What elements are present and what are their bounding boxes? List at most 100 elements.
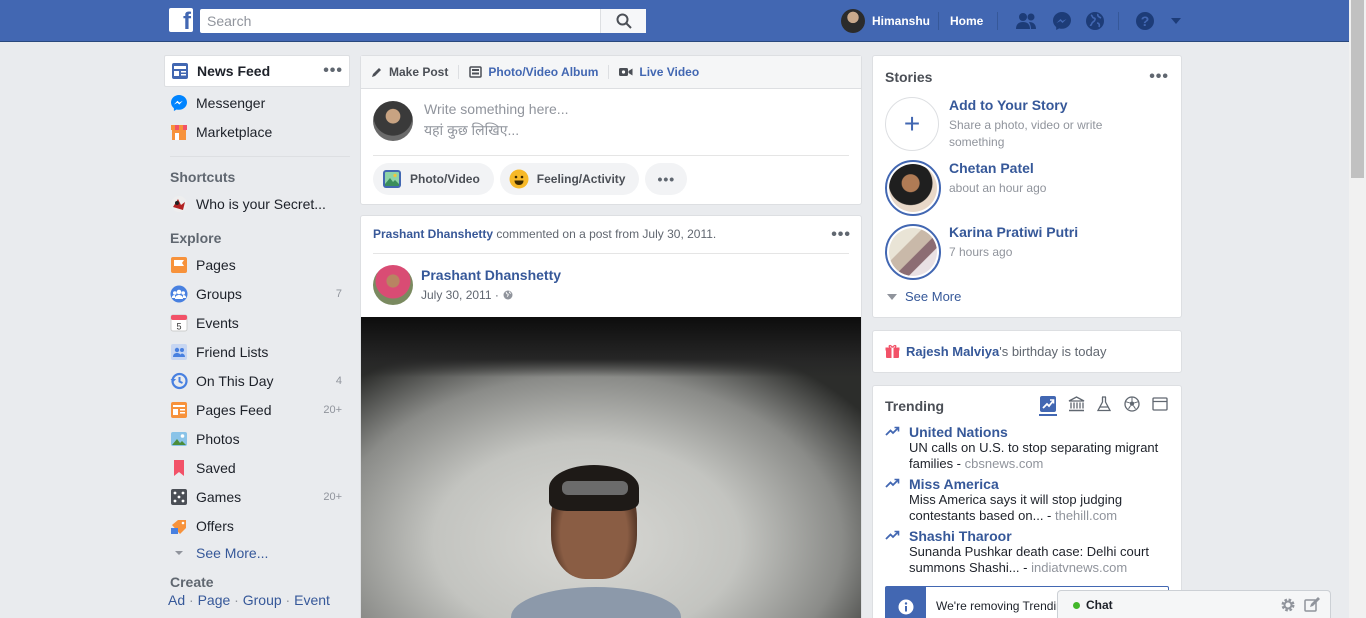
chat-controls (1280, 597, 1320, 613)
svg-text:?: ? (1141, 13, 1150, 29)
create-group-link[interactable]: Group (243, 592, 282, 608)
tab-label: Make Post (389, 65, 449, 79)
government-building-icon (1068, 396, 1084, 412)
post-photo[interactable] (361, 317, 861, 618)
composer-placeholder-hindi[interactable]: यहां कुछ लिखिए... (424, 121, 519, 140)
home-link[interactable]: Home (950, 14, 983, 28)
sidebar-more-options[interactable]: ••• (323, 62, 343, 80)
tab-science[interactable] (1095, 396, 1113, 416)
composer-placeholder[interactable]: Write something here... (424, 101, 568, 117)
tab-top-trends[interactable] (1039, 396, 1057, 416)
sidebar-item-label: Marketplace (196, 123, 273, 140)
photo-video-button[interactable]: Photo/Video (373, 163, 494, 195)
sidebar-item-groups[interactable]: Groups 7 (164, 279, 350, 308)
sidebar-item-saved[interactable]: Saved (164, 453, 350, 482)
online-status-dot (1073, 602, 1080, 609)
sidebar-item-photos[interactable]: Photos (164, 424, 350, 453)
trending-topic: Shashi Tharoor (909, 528, 1012, 544)
action-label: Feeling/Activity (536, 172, 626, 186)
tab-sports[interactable] (1123, 396, 1141, 416)
composer-more-button[interactable]: ••• (645, 163, 688, 195)
sidebar-item-shortcut[interactable]: Who is your Secret... (164, 189, 350, 218)
compose-message-icon[interactable] (1304, 597, 1320, 613)
story-item[interactable]: Chetan Patel about an hour ago (885, 160, 1175, 216)
sidebar-item-offers[interactable]: Offers (164, 511, 350, 540)
messenger-icon (171, 94, 187, 111)
search-button[interactable] (600, 9, 646, 33)
notifications-globe-icon[interactable] (1084, 10, 1106, 32)
saved-bookmark-icon (174, 459, 184, 476)
avatar[interactable] (373, 265, 413, 305)
account-menu-chevron-down-icon[interactable] (1165, 10, 1187, 32)
feeling-activity-button[interactable]: Feeling/Activity (499, 163, 640, 195)
feed-post: Prashant Dhanshetty commented on a post … (360, 215, 862, 618)
birthday-text: 's birthday is today (999, 344, 1107, 359)
create-event-link[interactable]: Event (294, 592, 330, 608)
chat-bar[interactable]: Chat (1057, 590, 1331, 618)
tab-entertainment[interactable] (1151, 396, 1169, 416)
search-box (200, 9, 646, 33)
sidebar-item-pages-feed[interactable]: Pages Feed 20+ (164, 395, 350, 424)
messenger-icon[interactable] (1051, 10, 1073, 32)
sidebar-item-label: On This Day (196, 372, 274, 389)
sidebar-item-label: Pages Feed (196, 401, 272, 418)
sidebar-item-games[interactable]: Games 20+ (164, 482, 350, 511)
sidebar-item-on-this-day[interactable]: On This Day 4 (164, 366, 350, 395)
help-icon[interactable]: ? (1134, 10, 1156, 32)
tab-divider (608, 65, 610, 79)
sidebar-item-news-feed[interactable]: News Feed ••• (164, 55, 350, 87)
profile-link[interactable]: Himanshu (841, 9, 930, 33)
top-bar: f Himanshu Home ? (0, 0, 1366, 42)
sidebar-item-events[interactable]: 5 Events (164, 308, 350, 337)
tab-photo-video-album[interactable]: Photo/Video Album (469, 65, 598, 79)
photo-shirt (511, 587, 681, 618)
sidebar-item-pages[interactable]: Pages (164, 250, 350, 279)
post-author-link[interactable]: Prashant Dhanshetty (421, 267, 561, 283)
nav-divider (938, 12, 939, 30)
page-scrollbar[interactable] (1349, 0, 1366, 618)
story-ring (885, 224, 941, 280)
sidebar-item-friend-lists[interactable]: Friend Lists (164, 337, 350, 366)
news-feed-icon (172, 63, 188, 79)
chevron-down-icon (887, 293, 897, 300)
facebook-logo-icon[interactable]: f (169, 8, 193, 32)
composer-body[interactable]: Write something here... यहां कुछ लिखिए..… (361, 89, 861, 159)
add-story-item[interactable]: + Add to Your Story Share a photo, video… (885, 97, 1175, 153)
scrollbar-thumb[interactable] (1351, 0, 1364, 178)
tab-make-post[interactable]: Make Post (371, 65, 448, 79)
story-author: Chetan Patel (949, 160, 1034, 176)
sidebar-item-label: Friend Lists (196, 343, 269, 360)
search-input[interactable] (200, 9, 600, 33)
story-time: 7 hours ago (949, 245, 1013, 259)
create-page-link[interactable]: Page (198, 592, 231, 608)
trending-title: Trending (885, 398, 945, 414)
sidebar-see-more[interactable]: See More... (164, 540, 350, 565)
flask-icon (1096, 396, 1112, 412)
gear-icon[interactable] (1280, 597, 1296, 613)
create-ad-link[interactable]: Ad (168, 592, 185, 608)
album-icon (469, 66, 483, 78)
post-options-button[interactable]: ••• (831, 226, 851, 244)
pencil-icon (372, 68, 381, 77)
tab-label: Live Video (639, 65, 700, 79)
stories-options-button[interactable]: ••• (1149, 68, 1169, 86)
stories-see-more[interactable]: See More (887, 289, 961, 304)
sidebar-item-marketplace[interactable]: Marketplace (164, 117, 350, 146)
sidebar-see-more-label: See More... (196, 544, 269, 561)
left-navigation: News Feed ••• Messenger Marketplace Shor… (164, 55, 350, 608)
tab-divider (458, 65, 460, 79)
photo-shadow (361, 317, 861, 377)
sidebar-item-messenger[interactable]: Messenger (164, 88, 350, 117)
sidebar-item-label: Saved (196, 459, 236, 476)
activity-actor-link[interactable]: Prashant Dhanshetty (373, 227, 493, 241)
on-this-day-clock-icon (170, 372, 188, 389)
story-item[interactable]: Karina Pratiwi Putri 7 hours ago (885, 224, 1175, 280)
nav-divider (997, 12, 998, 30)
avatar (373, 101, 413, 141)
birthday-person-link[interactable]: Rajesh Malviya (906, 344, 999, 359)
friend-requests-icon[interactable] (1015, 10, 1037, 32)
video-camera-icon (619, 68, 633, 76)
tab-live-video[interactable]: Live Video (619, 65, 699, 79)
tab-politics[interactable] (1067, 396, 1085, 416)
post-date-text[interactable]: July 30, 2011 · (421, 288, 499, 302)
